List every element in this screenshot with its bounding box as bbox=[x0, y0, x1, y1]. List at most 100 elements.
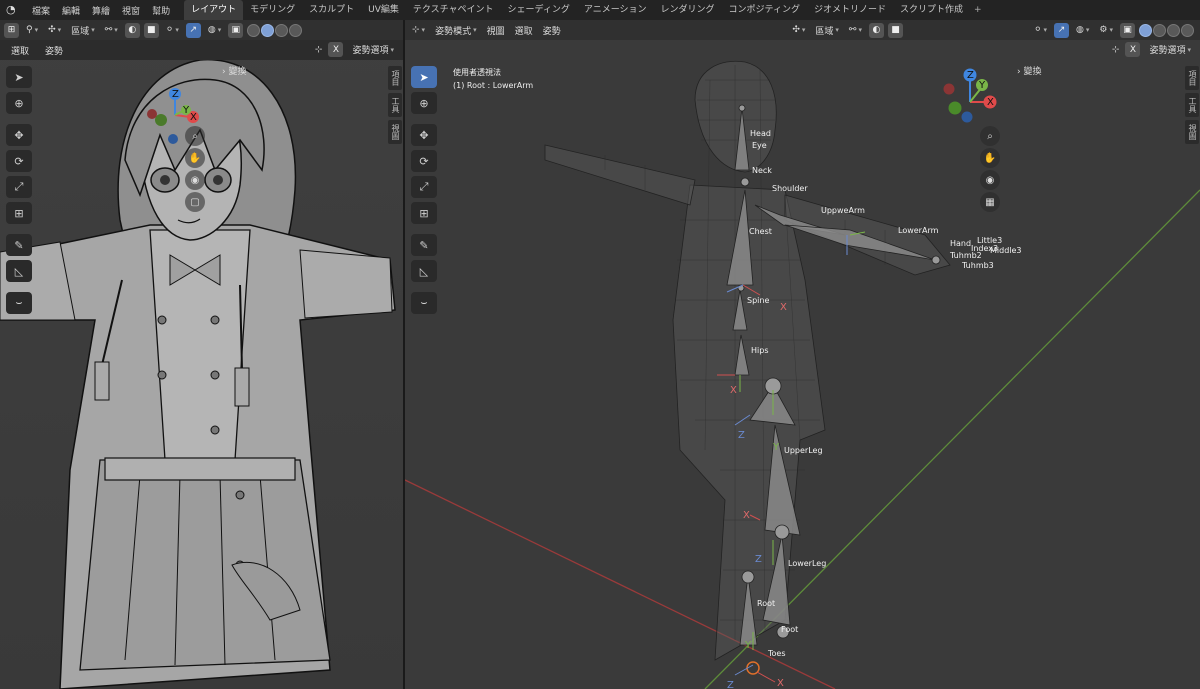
pan-hand-icon[interactable]: ✋ bbox=[185, 148, 205, 168]
sidetab-view[interactable]: 視圖 bbox=[1185, 120, 1199, 144]
blender-logo-icon[interactable]: ◔ bbox=[6, 3, 20, 17]
xray-toggle[interactable]: ▣ bbox=[1120, 22, 1135, 38]
select-tool-icon[interactable]: ➤ bbox=[411, 66, 437, 88]
cursor-tool-icon[interactable]: ⊕ bbox=[411, 92, 437, 114]
sidetab-item[interactable]: 項目 bbox=[388, 66, 402, 90]
orientation-dropdown[interactable]: ✣ bbox=[45, 23, 64, 38]
tab-shading[interactable]: シェーディング bbox=[501, 0, 577, 20]
right-menu-view[interactable]: 視圖 bbox=[484, 23, 508, 38]
proportional-edit-toggle[interactable]: ■ bbox=[143, 22, 159, 38]
xray-toggle[interactable]: ▣ bbox=[228, 22, 244, 38]
snap-toggle[interactable]: ◐ bbox=[868, 22, 884, 38]
tab-rendering[interactable]: レンダリング bbox=[654, 0, 722, 20]
orientation-dropdown[interactable]: ✣ bbox=[789, 23, 808, 38]
wireframe-shading-button[interactable] bbox=[247, 23, 261, 37]
rendered-shading-button[interactable] bbox=[1181, 23, 1194, 37]
tab-animation[interactable]: アニメーション bbox=[577, 0, 654, 20]
tab-uv-editing[interactable]: UV編集 bbox=[361, 0, 406, 20]
left-menu-select[interactable]: 選取 bbox=[8, 43, 32, 58]
bone-label-eye: Eye bbox=[752, 141, 767, 150]
visibility-dropdown[interactable]: ⚪ bbox=[163, 23, 182, 38]
menu-render[interactable]: 算繪 bbox=[86, 4, 116, 17]
zoom-icon[interactable]: ⌕ bbox=[185, 126, 205, 146]
cursor-tool-icon[interactable]: ⊕ bbox=[6, 92, 32, 114]
menu-help[interactable]: 幫助 bbox=[146, 4, 176, 17]
move-tool-icon[interactable]: ✥ bbox=[6, 124, 32, 146]
rotate-tool-icon[interactable]: ⟳ bbox=[411, 150, 437, 172]
pose-mode-dropdown[interactable]: 姿勢模式 bbox=[432, 23, 480, 38]
pose-options-dropdown[interactable]: 姿勢選項 bbox=[1146, 42, 1194, 57]
tab-sculpt[interactable]: スカルプト bbox=[302, 0, 361, 20]
solid-shading-button[interactable] bbox=[261, 23, 275, 37]
options-icon[interactable]: ⊹ bbox=[1112, 45, 1120, 55]
overlay-dropdown[interactable]: ◍ bbox=[1073, 23, 1092, 38]
zoom-icon[interactable]: ⌕ bbox=[980, 126, 1000, 146]
transform-tool-icon[interactable]: ⊞ bbox=[6, 202, 32, 224]
mirror-x-button[interactable]: X bbox=[328, 42, 344, 57]
pose-options-dropdown[interactable]: 姿勢選項 bbox=[349, 42, 397, 57]
right-transform-panel[interactable]: › 變換 bbox=[1017, 64, 1042, 77]
shading-modes[interactable] bbox=[247, 23, 303, 37]
camera-icon[interactable]: ◉ bbox=[185, 170, 205, 190]
editor-type-button[interactable]: ⊞ bbox=[4, 22, 19, 38]
rotate-tool-icon[interactable]: ⟳ bbox=[6, 150, 32, 172]
shading-modes[interactable] bbox=[1139, 23, 1194, 37]
menu-file[interactable]: 檔案 bbox=[26, 4, 56, 17]
annotate-tool-icon[interactable]: ✎ bbox=[411, 234, 437, 256]
add-workspace-button[interactable]: + bbox=[970, 5, 986, 15]
menu-edit[interactable]: 編輯 bbox=[56, 4, 86, 17]
material-shading-button[interactable] bbox=[1167, 23, 1180, 37]
region-dropdown[interactable]: 區域 bbox=[812, 23, 842, 38]
sidetab-tool[interactable]: 工具 bbox=[388, 93, 402, 117]
measure-tool-icon[interactable]: ◺ bbox=[411, 260, 437, 282]
proportional-edit-toggle[interactable]: ■ bbox=[887, 22, 903, 38]
pivot-dropdown[interactable]: ⚯ bbox=[102, 23, 121, 38]
right-pose-options: ⊹ X 姿勢選項 bbox=[1112, 42, 1194, 57]
measure-tool-icon[interactable]: ◺ bbox=[6, 260, 32, 282]
pivot-dropdown[interactable]: ⚯ bbox=[846, 23, 865, 38]
transform-tool-icon[interactable]: ⊞ bbox=[411, 202, 437, 224]
tab-scripting[interactable]: スクリプト作成 bbox=[893, 0, 970, 20]
relax-tool-icon[interactable]: ⌣ bbox=[411, 292, 437, 314]
gizmo-toggle[interactable]: ↗ bbox=[1054, 22, 1070, 38]
snap-toggle[interactable]: ◐ bbox=[124, 22, 140, 38]
tab-layout[interactable]: レイアウト bbox=[184, 0, 244, 20]
gizmo-toggle[interactable]: ↗ bbox=[185, 22, 201, 38]
editor-type-button[interactable]: ⊹ bbox=[409, 23, 428, 38]
tab-compositing[interactable]: コンポジティング bbox=[722, 0, 807, 20]
sidetab-item[interactable]: 項目 bbox=[1185, 66, 1199, 90]
left-transform-panel[interactable]: › 變換 bbox=[222, 64, 247, 77]
right-menu-select[interactable]: 選取 bbox=[512, 23, 536, 38]
scale-tool-icon[interactable]: ⤢ bbox=[6, 176, 32, 198]
object-mode-dropdown[interactable]: ⚲ bbox=[23, 23, 41, 38]
lock-icon[interactable]: ▢ bbox=[185, 192, 205, 212]
camera-icon[interactable]: ◉ bbox=[980, 170, 1000, 190]
annotate-tool-icon[interactable]: ✎ bbox=[6, 234, 32, 256]
menu-window[interactable]: 視窗 bbox=[116, 4, 146, 17]
right-menu-pose[interactable]: 姿勢 bbox=[540, 23, 564, 38]
tab-texture-paint[interactable]: テクスチャペイント bbox=[406, 0, 501, 20]
select-tool-icon[interactable]: ➤ bbox=[6, 66, 32, 88]
solid-shading-button[interactable] bbox=[1153, 23, 1166, 37]
grid-icon[interactable]: ▦ bbox=[980, 192, 1000, 212]
scale-tool-icon[interactable]: ⤢ bbox=[411, 176, 437, 198]
tab-modeling[interactable]: モデリング bbox=[243, 0, 302, 20]
sidetab-tool[interactable]: 工具 bbox=[1185, 93, 1199, 117]
visibility-dropdown[interactable]: ⚪ bbox=[1031, 23, 1050, 38]
left-viewport[interactable]: Z X Y ⊞ ⚲ ✣ 區域 ⚯ ◐ ■ ⚪ ↗ ◍ ▣ 選取 姿勢 ⊹ X 姿… bbox=[0, 20, 403, 689]
left-menu-pose[interactable]: 姿勢 bbox=[42, 43, 66, 58]
options-icon[interactable]: ⊹ bbox=[315, 45, 323, 55]
pan-hand-icon[interactable]: ✋ bbox=[980, 148, 1000, 168]
relax-tool-icon[interactable]: ⌣ bbox=[6, 292, 32, 314]
tab-geometry-nodes[interactable]: ジオメトリノード bbox=[807, 0, 893, 20]
overlay-dropdown[interactable]: ◍ bbox=[205, 23, 224, 38]
mirror-x-button[interactable]: X bbox=[1125, 42, 1141, 57]
sidetab-view[interactable]: 視圖 bbox=[388, 120, 402, 144]
right-viewport[interactable]: X Z Y X Z X Y X Z Head Eye Neck Shoulder… bbox=[405, 20, 1200, 689]
rendered-shading-button[interactable] bbox=[289, 23, 303, 37]
region-dropdown[interactable]: 區域 bbox=[68, 23, 98, 38]
wireframe-shading-button[interactable] bbox=[1139, 23, 1152, 37]
move-tool-icon[interactable]: ✥ bbox=[411, 124, 437, 146]
bone-overlay-dropdown[interactable]: ⚙ bbox=[1096, 23, 1116, 38]
material-shading-button[interactable] bbox=[275, 23, 289, 37]
